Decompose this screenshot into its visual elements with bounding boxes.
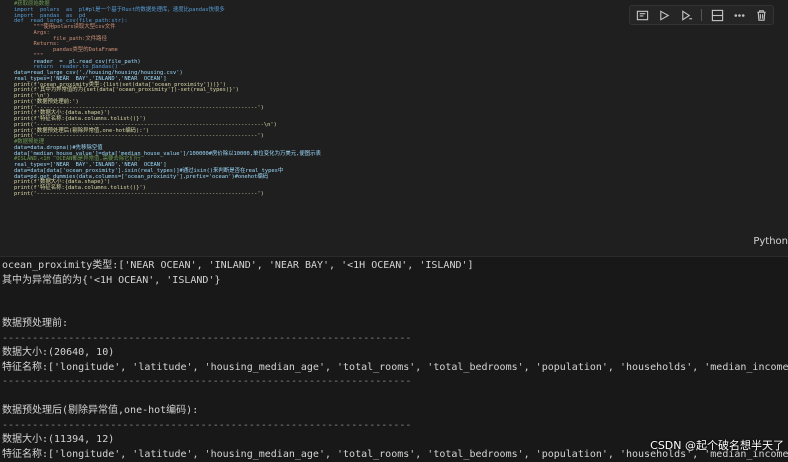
execute-above-icon[interactable]	[657, 8, 671, 22]
output-line: ocean_proximity类型:['NEAR OCEAN', 'INLAND…	[2, 260, 474, 271]
watermark: CSDN @起个破名想半天了	[650, 439, 784, 452]
output-line: ----------------------------------------…	[2, 376, 412, 387]
output-line: 数据预处理后(剔除异常值,one-hot编码):	[2, 405, 199, 416]
code-cell[interactable]: #获取原始数据 import polars as pl#pl是一个基于Rust的数…	[0, 0, 788, 256]
cell-gutter	[0, 0, 10, 256]
more-icon[interactable]	[732, 8, 746, 22]
toolbar-separator	[701, 9, 702, 21]
split-cell-icon[interactable]	[710, 8, 724, 22]
output-line: 数据大小:(20640, 10)	[2, 347, 115, 358]
execute-below-icon[interactable]	[679, 8, 693, 22]
output-line: 特征名称:['longitude', 'latitude', 'housing_…	[2, 361, 788, 373]
cell-toolbar	[629, 5, 774, 25]
cell-output: ocean_proximity类型:['NEAR OCEAN', 'INLAND…	[2, 259, 788, 462]
cell-language-label[interactable]: Python	[753, 236, 788, 247]
code-line: print('---------------------------------…	[14, 190, 264, 197]
code-editor[interactable]: #获取原始数据 import polars as pl#pl是一个基于Rust的数…	[14, 1, 321, 198]
output-line: ----------------------------------------…	[2, 419, 412, 431]
cell-output-divider	[0, 256, 788, 257]
run-by-line-icon[interactable]	[635, 8, 649, 22]
output-line: ----------------------------------------…	[2, 332, 412, 344]
output-line: 其中为异常值的为{'<1H OCEAN', 'ISLAND'}	[2, 274, 221, 286]
delete-icon[interactable]	[754, 8, 768, 22]
output-line: 数据预处理前:	[2, 318, 69, 329]
